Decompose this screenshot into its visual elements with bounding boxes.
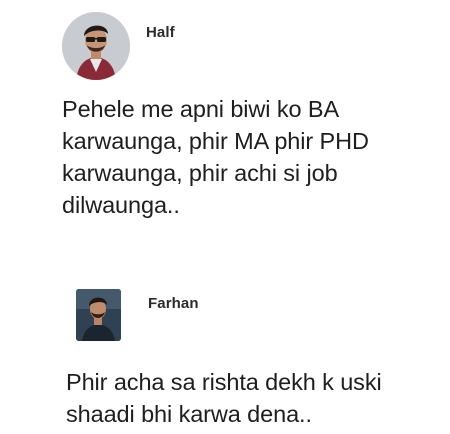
user-avatar-icon[interactable] [76, 289, 121, 341]
comment-post: Farhan Phir acha sa rishta dekh k uski s… [0, 265, 450, 434]
user-avatar-icon[interactable] [62, 12, 130, 80]
comment-post: Half Pehele me apni biwi ko BA karwaunga… [0, 0, 450, 265]
avatar-photo-icon [62, 12, 130, 80]
post-text: Pehele me apni biwi ko BA karwaunga, phi… [62, 96, 369, 218]
author-name[interactable]: Half [146, 24, 175, 41]
post-text: Phir acha sa rishta dekh k uski shaadi b… [66, 369, 382, 427]
avatar-photo-icon [76, 289, 121, 341]
author-name[interactable]: Farhan [148, 295, 199, 312]
